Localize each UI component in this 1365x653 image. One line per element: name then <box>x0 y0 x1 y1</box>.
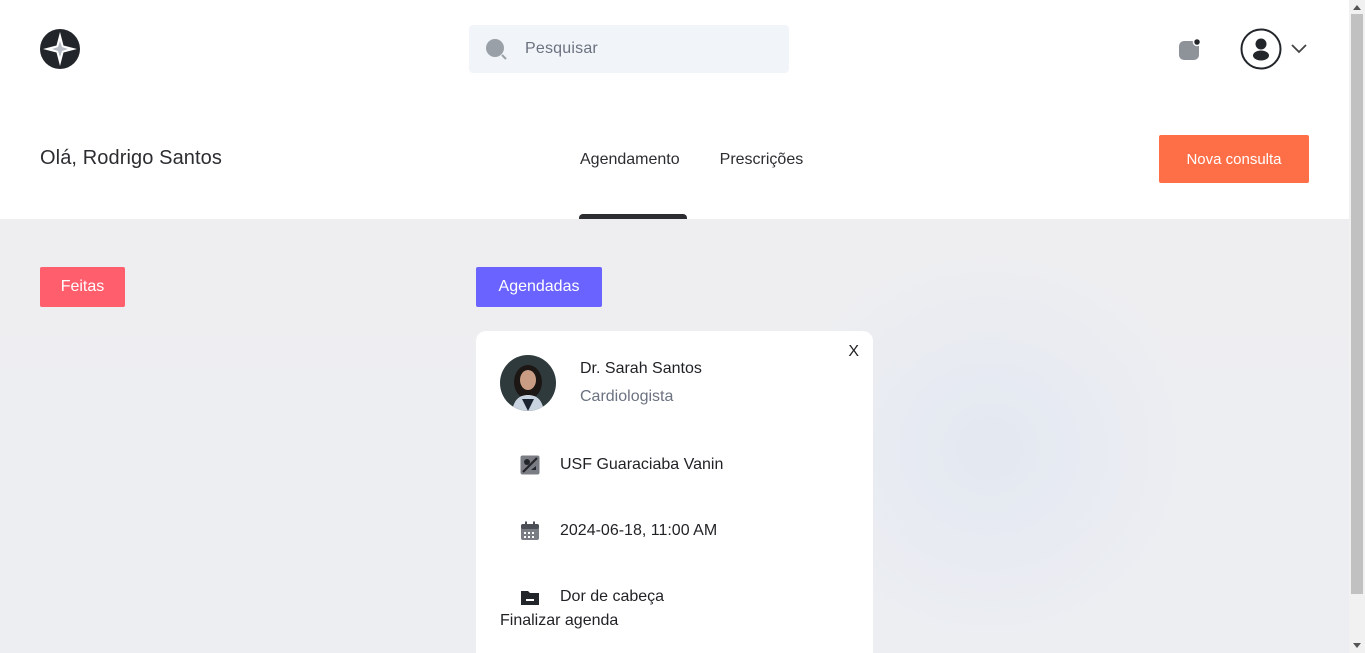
folder-icon <box>520 587 540 607</box>
main-content: Feitas Agendadas X Dr. Sarah Santos Card… <box>0 219 1349 653</box>
doctor-avatar <box>500 355 556 411</box>
doctor-name: Dr. Sarah Santos <box>580 360 702 377</box>
location-text: USF Guaraciaba Vanin <box>560 456 724 473</box>
scroll-up-arrow-icon[interactable] <box>1349 0 1365 14</box>
datetime-row: 2024-06-18, 11:00 AM <box>520 521 717 541</box>
search-input[interactable]: Pesquisar <box>525 40 598 58</box>
tab-agendamento[interactable]: Agendamento <box>580 151 680 169</box>
reason-text: Dor de cabeça <box>560 588 665 605</box>
close-button[interactable]: X <box>848 343 859 361</box>
map-pin-icon <box>520 455 540 475</box>
search-icon <box>485 38 507 60</box>
tab-bar: Agendamento Prescrições <box>580 151 803 169</box>
new-appointment-button[interactable]: Nova consulta <box>1159 135 1309 183</box>
location-row: USF Guaraciaba Vanin <box>520 455 723 475</box>
doctor-specialty: Cardiologista <box>580 388 674 405</box>
filter-done-button[interactable]: Feitas <box>40 267 125 307</box>
page-header: Olá, Rodrigo Santos Agendamento Prescriç… <box>0 100 1349 219</box>
filter-scheduled-button[interactable]: Agendadas <box>476 267 602 307</box>
datetime-text: 2024-06-18, 11:00 AM <box>560 522 718 539</box>
scroll-down-arrow-icon[interactable] <box>1349 639 1365 653</box>
bell-icon[interactable] <box>1178 37 1202 62</box>
finish-appointment-link[interactable]: Finalizar agenda <box>500 612 618 630</box>
user-circle-icon[interactable] <box>1240 28 1282 70</box>
scrollbar[interactable] <box>1349 0 1365 653</box>
compass-star-icon[interactable] <box>40 29 80 69</box>
chevron-down-icon[interactable] <box>1290 42 1308 56</box>
tab-prescricoes[interactable]: Prescrições <box>720 151 804 169</box>
search-bar[interactable]: Pesquisar <box>469 25 789 73</box>
greeting-title: Olá, Rodrigo Santos <box>40 147 222 169</box>
scrollbar-thumb[interactable] <box>1351 14 1363 594</box>
top-bar: Pesquisar <box>0 0 1349 100</box>
calendar-icon <box>520 521 540 541</box>
reason-row: Dor de cabeça <box>520 587 664 607</box>
appointment-card: X Dr. Sarah Santos Cardiologista USF Gua… <box>476 331 873 653</box>
